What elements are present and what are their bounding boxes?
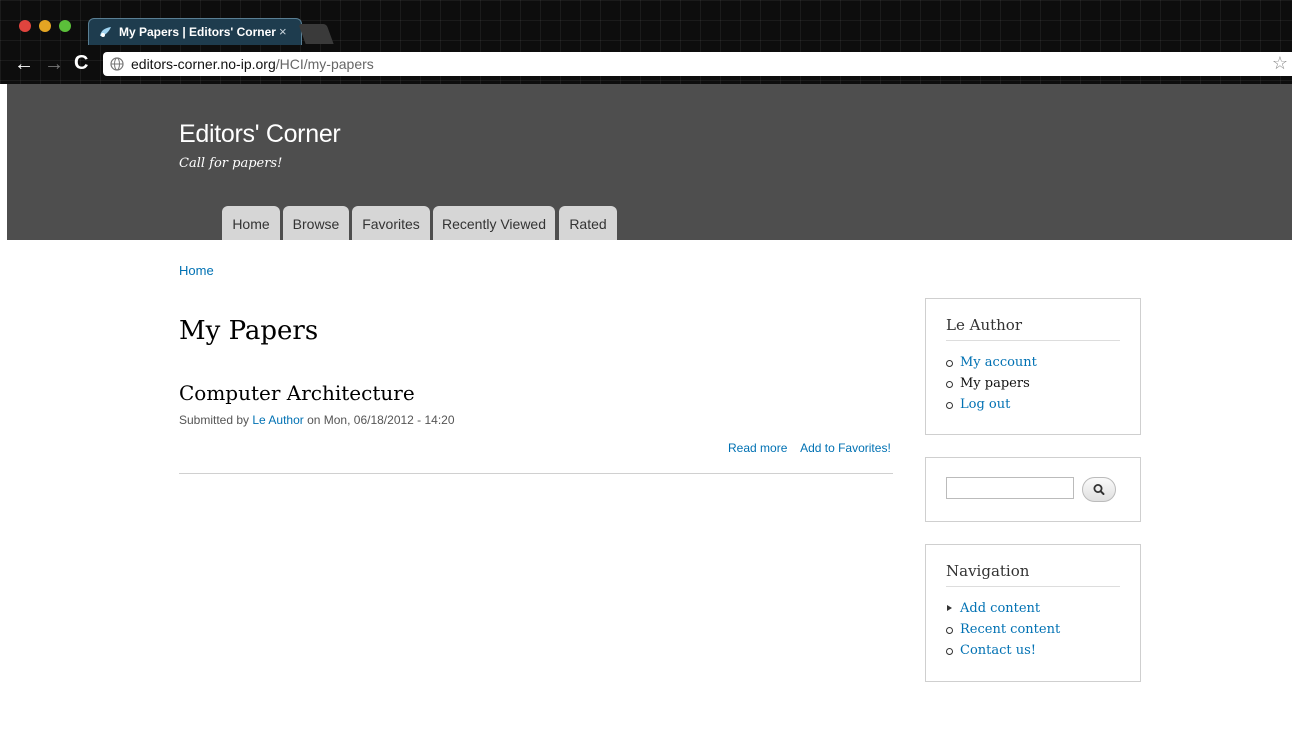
search-block xyxy=(925,457,1141,522)
tab-browse[interactable]: Browse xyxy=(283,206,349,240)
tab-rated[interactable]: Rated xyxy=(559,206,617,240)
address-bar[interactable]: editors-corner.no-ip.org/HCI/my-papers ☆ xyxy=(103,52,1292,76)
submitted-date: on Mon, 06/18/2012 - 14:20 xyxy=(303,413,455,427)
my-account-link[interactable]: My account xyxy=(960,355,1037,370)
node-divider xyxy=(179,473,893,474)
read-more-link[interactable]: Read more xyxy=(728,441,787,455)
zoom-window-button[interactable] xyxy=(59,20,71,32)
page-title: My Papers xyxy=(179,316,319,346)
collapsed-arrow-icon xyxy=(947,605,952,611)
add-content-link[interactable]: Add content xyxy=(960,601,1040,616)
navigation-list: Add content Recent content Contact us! xyxy=(946,598,1060,661)
menu-item-recent-content[interactable]: Recent content xyxy=(946,619,1060,640)
close-window-button[interactable] xyxy=(19,20,31,32)
circle-bullet-icon xyxy=(946,381,953,388)
circle-bullet-icon xyxy=(946,648,953,655)
minimize-window-button[interactable] xyxy=(39,20,51,32)
node-submitted: Submitted by Le Author on Mon, 06/18/201… xyxy=(179,413,455,427)
log-out-link[interactable]: Log out xyxy=(960,397,1010,412)
search-input[interactable] xyxy=(946,477,1074,499)
breadcrumb[interactable]: Home xyxy=(179,263,214,278)
url-text: editors-corner.no-ip.org/HCI/my-papers xyxy=(131,56,374,72)
search-button[interactable] xyxy=(1082,477,1116,502)
tab-recently-viewed[interactable]: Recently Viewed xyxy=(433,206,555,240)
navigation-block-title: Navigation xyxy=(946,562,1030,580)
tab-close-icon[interactable]: × xyxy=(279,24,287,39)
reload-icon[interactable]: C xyxy=(74,52,88,74)
block-divider xyxy=(946,586,1120,587)
new-tab-button[interactable] xyxy=(298,24,334,44)
tab-title: My Papers | Editors' Corner xyxy=(119,25,276,39)
recent-content-link[interactable]: Recent content xyxy=(960,622,1060,637)
menu-item-my-account[interactable]: My account xyxy=(946,352,1037,373)
user-menu-list: My account My papers Log out xyxy=(946,352,1037,415)
my-papers-active: My papers xyxy=(960,376,1030,391)
menu-item-log-out[interactable]: Log out xyxy=(946,394,1037,415)
forward-arrow-icon[interactable]: → xyxy=(44,54,64,74)
back-arrow-icon[interactable]: ← xyxy=(14,54,34,74)
tab-favorites[interactable]: Favorites xyxy=(352,206,430,240)
tab-home[interactable]: Home xyxy=(222,206,280,240)
site-name[interactable]: Editors' Corner xyxy=(179,120,341,149)
drupal-favicon-icon xyxy=(100,27,111,37)
circle-bullet-icon xyxy=(946,402,953,409)
navigation-block: Navigation Add content Recent content Co… xyxy=(925,544,1141,682)
block-divider xyxy=(946,340,1120,341)
submitted-prefix: Submitted by xyxy=(179,413,253,427)
node-title[interactable]: Computer Architecture xyxy=(179,381,415,405)
circle-bullet-icon xyxy=(946,360,953,367)
url-path: /HCI/my-papers xyxy=(275,56,374,72)
menu-item-add-content[interactable]: Add content xyxy=(946,598,1060,619)
magnifier-icon xyxy=(1093,484,1105,495)
user-block-title: Le Author xyxy=(946,316,1022,334)
url-host: editors-corner.no-ip.org xyxy=(131,56,276,72)
author-link[interactable]: Le Author xyxy=(252,413,303,427)
circle-bullet-icon xyxy=(946,627,953,634)
contact-us-link[interactable]: Contact us! xyxy=(960,643,1036,658)
add-to-favorites-link[interactable]: Add to Favorites! xyxy=(800,441,891,455)
browser-chrome: My Papers | Editors' Corner × ← → C edit… xyxy=(0,0,1292,84)
menu-item-contact-us[interactable]: Contact us! xyxy=(946,640,1060,661)
browser-tab[interactable]: My Papers | Editors' Corner × xyxy=(88,18,302,45)
node-links: Read more Add to Favorites! xyxy=(728,441,891,455)
menu-item-my-papers: My papers xyxy=(946,373,1037,394)
bookmark-star-icon[interactable]: ☆ xyxy=(1272,53,1288,74)
site-header: Editors' Corner Call for papers! Home Br… xyxy=(7,84,1292,240)
site-slogan: Call for papers! xyxy=(179,156,283,171)
globe-icon xyxy=(110,57,124,71)
user-menu-block: Le Author My account My papers Log out xyxy=(925,298,1141,435)
